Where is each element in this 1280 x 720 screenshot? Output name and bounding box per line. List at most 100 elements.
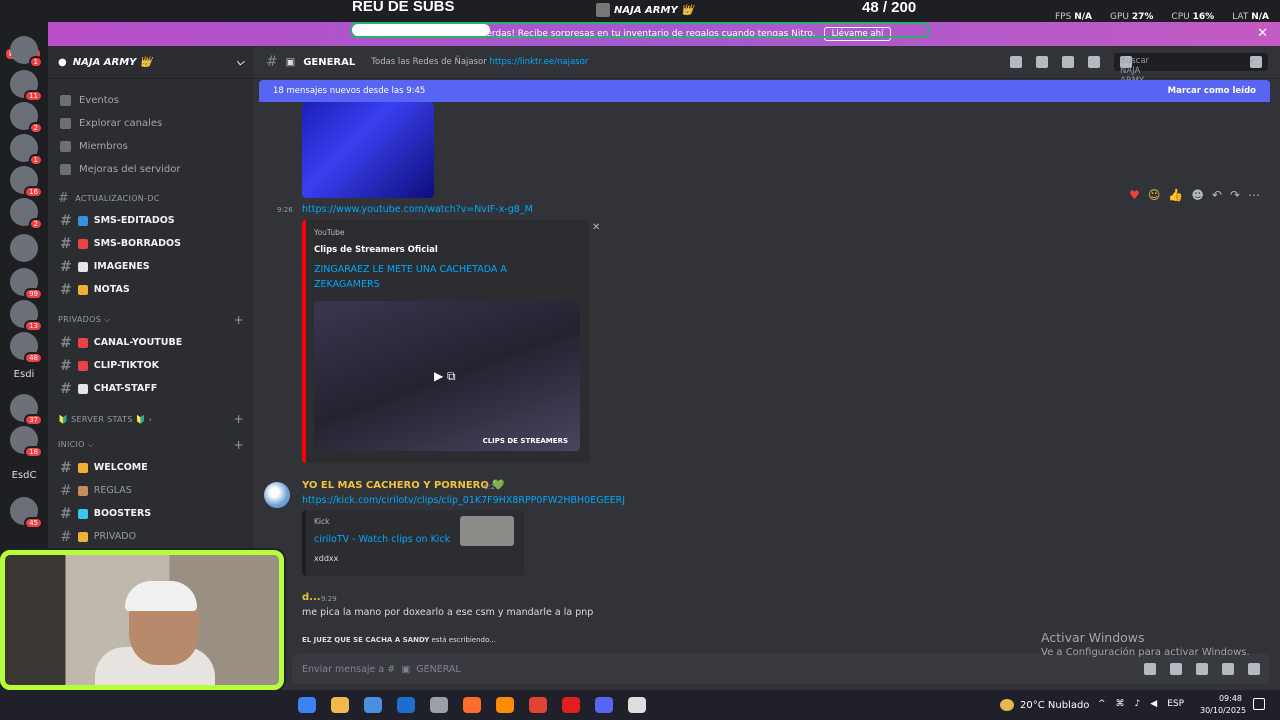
channel-clip-tiktok[interactable]: # CLIP-TIKTOK [48,354,254,377]
channel-welcome[interactable]: # WELCOME [48,456,254,479]
server-icon[interactable]: 16 [10,166,43,198]
server-icon[interactable] [10,234,38,262]
embed-description: xddxx [314,554,339,563]
taskbar-app-icon[interactable] [463,697,481,713]
server-icon[interactable]: 11 [10,70,43,102]
server-icon[interactable]: 99 [10,268,43,300]
category-inicio[interactable]: INICIO ⌵ + [48,434,254,456]
embed-title[interactable]: ciriloTV - Watch clips on Kick [314,534,450,545]
channel-emoji-icon [77,215,88,226]
embed-title[interactable]: ZINGARAEZ LE METE UNA CACHETADA A ZEKAGA… [314,262,544,292]
plus-icon[interactable]: + [234,313,244,327]
server-header[interactable]: ● NAJA ARMY 👑 ⌵ [48,46,254,79]
new-messages-bar[interactable]: 18 mensajes nuevos desde las 9:45 Marcar… [259,80,1270,102]
server-text-icon[interactable]: EsdC [4,470,44,481]
video-thumbnail[interactable]: ▶ ⧉ CLIPS DE STREAMERS [314,301,580,451]
close-icon[interactable]: ✕ [1257,26,1268,41]
chevron-down-icon[interactable]: ⌵ [236,57,244,68]
server-icon[interactable]: 1 [10,36,43,68]
embed-thumbnail[interactable] [460,516,514,546]
plus-icon[interactable]: + [234,412,244,426]
channel-sms-borrados[interactable]: # SMS-BORRADOS [48,232,254,255]
volume-icon[interactable]: ◀ [1150,699,1157,709]
more-icon[interactable]: ⋯ [1248,188,1260,202]
taskbar-clock[interactable]: 09:48 30/10/2025 [1200,693,1246,717]
message-username[interactable]: YO EL MAS CACHERO Y PORNERO 💚 [302,480,505,491]
taskbar-app-icon[interactable] [397,697,415,713]
channel-emoji-icon [77,462,88,473]
taskbar-app-icon[interactable] [628,697,646,713]
category-server-stats[interactable]: 🔰 SERVER STATS 🔰 › + [48,408,254,430]
sticker-icon[interactable] [1196,663,1208,675]
topic-link[interactable]: https://linktr.ee/najasor [489,57,588,67]
server-icon[interactable]: 45 [10,497,43,529]
server-icon[interactable]: 2 [10,198,43,230]
bell-icon[interactable] [1036,56,1048,68]
channel-boosters[interactable]: # BOOSTERS [48,502,254,525]
server-icon[interactable]: 37 [10,394,43,426]
category-actualizacion[interactable]: # ACTUALIZACION-DC [48,187,254,209]
weather-widget[interactable]: 20°C Nublado [1000,699,1089,711]
forward-icon[interactable]: ↷ [1230,188,1240,202]
server-icon[interactable]: 2 [10,102,43,134]
kick-link[interactable]: https://kick.com/cirilotv/clips/clip_01K… [302,495,625,506]
nav-browse-channels[interactable]: Explorar canales [48,112,254,135]
taskbar-app-icon[interactable] [529,697,547,713]
taskbar-app-icon[interactable] [496,697,514,713]
add-reaction-icon[interactable]: ☻ [1191,188,1204,202]
gift-icon[interactable] [1144,663,1156,675]
taskbar-app-icon[interactable] [595,697,613,713]
server-text-icon[interactable]: Esdi [4,369,44,380]
nav-boosts[interactable]: Mejoras del servidor [48,158,254,181]
notification-icon[interactable] [1253,698,1265,710]
chevron-up-icon[interactable]: ^ [1098,699,1106,709]
thumbs-up-icon[interactable]: 👍 [1168,188,1183,202]
nav-members[interactable]: Miembros [48,135,254,158]
server-icon[interactable]: 13 [10,300,43,332]
taskbar-app-icon[interactable] [430,697,448,713]
channel-notas[interactable]: # NOTAS [48,278,254,301]
taskbar-app-icon[interactable] [331,697,349,713]
channel-imagenes[interactable]: # IMAGENES [48,255,254,278]
gif-icon[interactable] [1170,663,1182,675]
taskbar-app-icon[interactable] [298,697,316,713]
mic-icon[interactable]: ♪ [1135,699,1141,709]
message-username[interactable]: d... [302,592,321,603]
browse-icon [60,118,71,129]
emoji-icon[interactable] [1222,663,1234,675]
search-input[interactable]: Buscar NAJA ARMY 👑 ⌕ [1114,53,1268,96]
unread-badge: 99 [24,288,43,300]
youtube-link[interactable]: https://www.youtube.com/watch?v=NvIF-x-g… [302,204,533,215]
category-privados[interactable]: PRIVADOS ⌵ + [48,309,254,331]
apps-icon[interactable] [1248,663,1260,675]
hash-icon: # [60,482,72,499]
taskbar-app-icon[interactable] [562,697,580,713]
nav-events[interactable]: Eventos [48,89,254,112]
stream-server-label: NAJA ARMY 👑 [596,3,694,17]
taskbar-app-icon[interactable] [364,697,382,713]
reply-icon[interactable]: ↶ [1212,188,1222,202]
threads-icon[interactable] [1010,56,1022,68]
server-icon[interactable]: 1 [10,134,43,166]
channel-chat-staff[interactable]: # CHAT-STAFF [48,377,254,400]
pin-icon[interactable] [1062,56,1074,68]
image-attachment[interactable] [302,102,434,198]
members-list-icon[interactable] [1088,56,1100,68]
server-icon[interactable]: 18 [10,426,43,458]
plus-icon[interactable]: + [234,438,244,452]
channel-reglas[interactable]: # REGLAS [48,479,254,502]
channel-canal-youtube[interactable]: # CANAL-YOUTUBE [48,331,254,354]
play-icon[interactable]: ▶ ⧉ [434,369,456,384]
network-icon[interactable]: ⌘ [1116,699,1125,709]
mark-as-read-button[interactable]: Marcar como leído [1168,86,1256,96]
close-icon[interactable]: ✕ [592,222,600,233]
language-indicator[interactable]: ESP [1167,699,1184,709]
server-icon[interactable]: 48 [10,332,43,364]
embed-author[interactable]: Clips de Streamers Oficial [314,245,438,255]
avatar[interactable] [264,482,290,508]
channel-sms-editados[interactable]: # SMS-EDITADOS [48,209,254,232]
laugh-icon[interactable]: ☺ [1148,188,1161,202]
heart-icon[interactable]: ♥ [1129,188,1140,202]
message-input[interactable]: Enviar mensaje a # ▣ GENERAL [292,654,1270,684]
channel-privado[interactable]: # PRIVADO [48,525,254,548]
